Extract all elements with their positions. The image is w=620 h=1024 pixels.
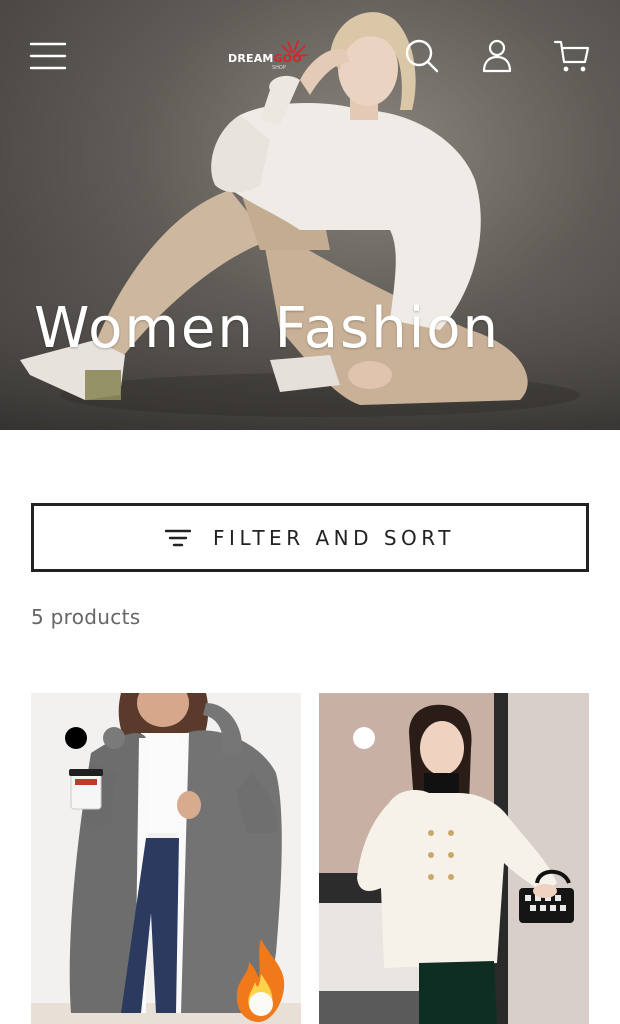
color-swatch-grey[interactable] xyxy=(103,727,125,749)
product-card[interactable] xyxy=(31,693,301,1024)
filter-icon xyxy=(165,529,192,546)
cart-icon[interactable] xyxy=(552,36,592,76)
color-swatch-black[interactable] xyxy=(65,727,87,749)
collection-title: Women Fashion xyxy=(34,296,501,361)
account-icon[interactable] xyxy=(477,36,517,76)
filter-and-sort-label: FILTER AND SORT xyxy=(213,525,455,550)
filter-and-sort-button[interactable]: FILTER AND SORT xyxy=(31,503,589,572)
logo-wordmark: DREAMGOO xyxy=(228,52,302,65)
product-card[interactable] xyxy=(319,693,589,1024)
hamburger-menu-icon[interactable] xyxy=(28,36,68,76)
hero-banner: DREAMGOO SHOP Women Fashion xyxy=(0,0,620,430)
logo-tagline: SHOP xyxy=(272,65,286,71)
hero-model-image xyxy=(0,12,620,430)
search-icon[interactable] xyxy=(402,36,442,76)
product-count: 5 products xyxy=(31,605,141,629)
color-swatch-white[interactable] xyxy=(353,727,375,749)
brand-logo[interactable]: DREAMGOO SHOP xyxy=(224,38,310,74)
fire-icon xyxy=(236,939,285,1022)
